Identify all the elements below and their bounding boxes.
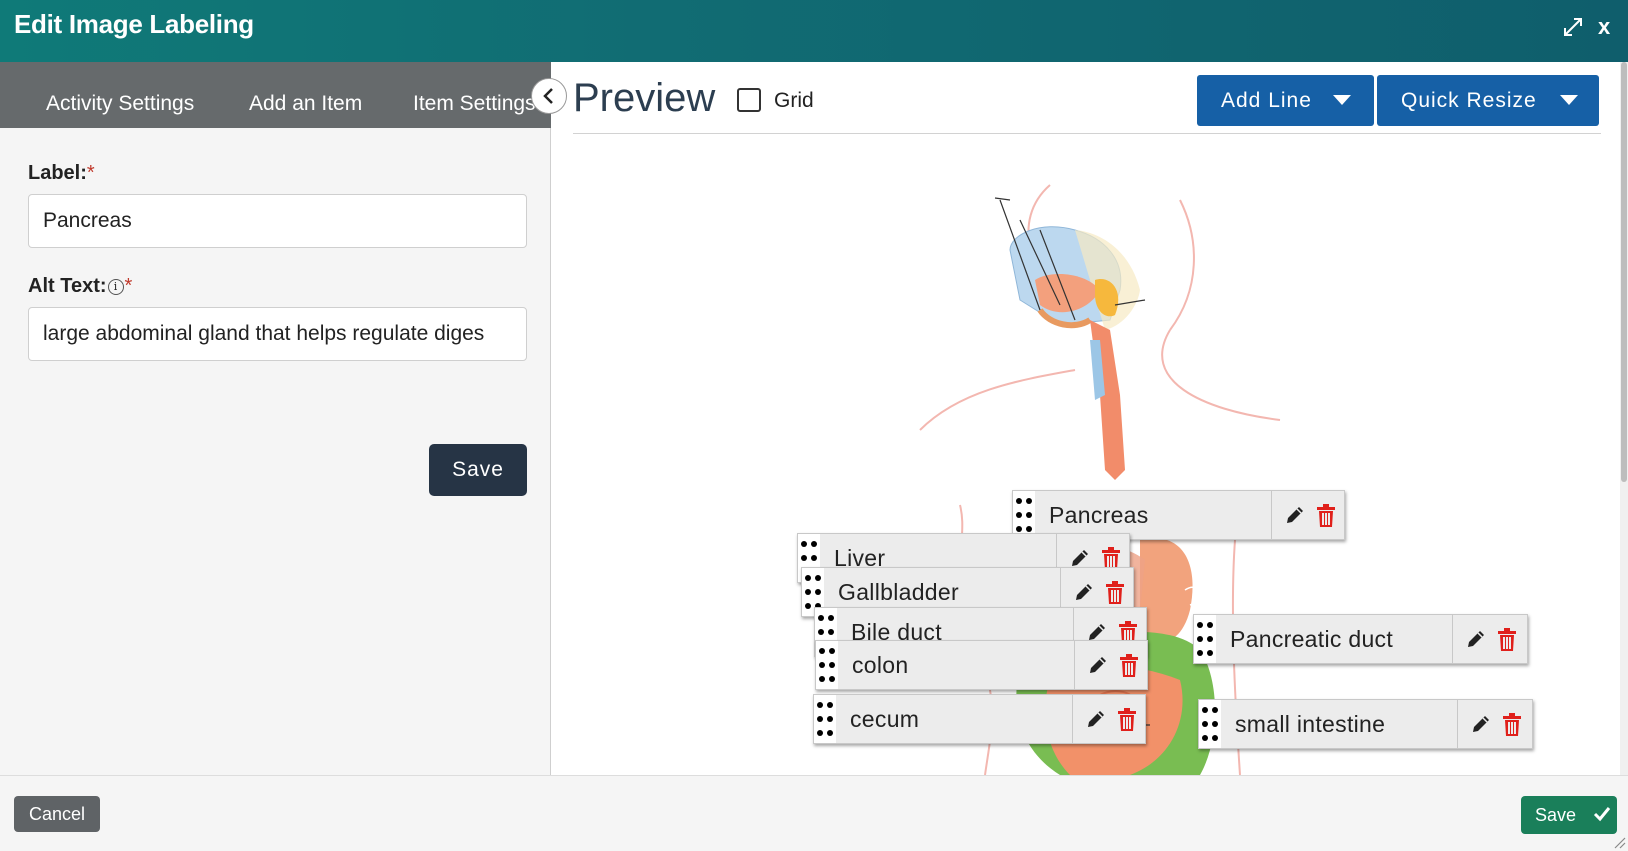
cancel-button[interactable]: Cancel <box>14 796 100 832</box>
alt-text-field-label: Alt Text: i * <box>28 275 133 297</box>
tab-item-settings[interactable]: Item Settings <box>413 92 536 116</box>
settings-panel: Activity Settings Add an Item Item Setti… <box>0 62 551 775</box>
pencil-icon[interactable] <box>1073 581 1095 603</box>
pencil-icon[interactable] <box>1284 504 1306 526</box>
trash-icon[interactable] <box>1497 628 1517 652</box>
label-separator <box>1452 615 1453 663</box>
collapse-panel-button[interactable] <box>531 78 567 114</box>
dialog-header: Edit Image Labeling x <box>0 0 1628 62</box>
quick-resize-button[interactable]: Quick Resize <box>1377 75 1599 126</box>
close-icon[interactable]: x <box>1598 14 1610 40</box>
label-separator <box>1271 491 1272 539</box>
quick-resize-label: Quick Resize <box>1401 88 1537 112</box>
add-line-button[interactable]: Add Line <box>1197 75 1374 126</box>
pencil-icon[interactable] <box>1465 628 1487 650</box>
pencil-icon[interactable] <box>1069 547 1091 569</box>
image-label-text: colon <box>852 652 909 678</box>
drag-handle-icon[interactable] <box>1199 700 1221 748</box>
grid-label: Grid <box>774 89 814 112</box>
required-mark: * <box>86 162 95 184</box>
save-button[interactable]: Save <box>1521 796 1617 834</box>
alt-text-input[interactable]: large abdominal gland that helps regulat… <box>28 307 527 361</box>
save-item-button[interactable]: Save <box>429 444 527 496</box>
image-label-text: Gallbladder <box>838 579 959 605</box>
image-label-text: Pancreas <box>1049 502 1149 528</box>
resize-grip-icon[interactable] <box>1612 835 1626 849</box>
preview-title: Preview <box>573 76 716 120</box>
trash-icon[interactable] <box>1117 708 1137 732</box>
image-label-colon[interactable]: colon <box>815 640 1148 690</box>
label-field-label: Label:* <box>28 162 95 184</box>
drag-handle-icon[interactable] <box>814 695 836 743</box>
image-label-text: small intestine <box>1235 711 1386 737</box>
dialog-title: Edit Image Labeling <box>14 9 254 39</box>
pencil-icon[interactable] <box>1085 708 1107 730</box>
drag-handle-icon[interactable] <box>816 641 838 689</box>
image-label-text: cecum <box>850 706 920 732</box>
info-icon[interactable]: i <box>107 278 124 295</box>
trash-icon[interactable] <box>1316 504 1336 528</box>
caret-down-icon <box>1560 95 1578 105</box>
expand-icon[interactable] <box>1562 16 1584 38</box>
trash-icon[interactable] <box>1105 581 1125 605</box>
label-separator <box>1072 695 1073 743</box>
tab-add-an-item[interactable]: Add an Item <box>249 92 362 116</box>
pencil-icon[interactable] <box>1470 713 1492 735</box>
check-icon <box>1593 807 1611 822</box>
image-label-cecum[interactable]: cecum <box>813 694 1146 744</box>
save-button-label: Save <box>1535 804 1577 825</box>
chevron-left-icon <box>543 88 553 104</box>
tab-bar: Activity Settings Add an Item Item Setti… <box>0 62 551 128</box>
trash-icon[interactable] <box>1119 654 1139 678</box>
required-mark: * <box>124 275 133 297</box>
add-line-label: Add Line <box>1221 88 1312 112</box>
scrollbar-thumb[interactable] <box>1621 62 1627 482</box>
label-separator <box>1457 700 1458 748</box>
tab-activity-settings[interactable]: Activity Settings <box>46 92 194 116</box>
drag-handle-icon[interactable] <box>1194 615 1216 663</box>
drag-handle-icon[interactable] <box>1013 491 1035 539</box>
pencil-icon[interactable] <box>1087 654 1109 676</box>
image-label-pancreatic-duct[interactable]: Pancreatic duct <box>1193 614 1528 664</box>
label-input[interactable]: Pancreas <box>28 194 527 248</box>
image-label-small-intestine[interactable]: small intestine <box>1198 699 1533 749</box>
grid-checkbox[interactable] <box>737 88 761 112</box>
image-label-text: Pancreatic duct <box>1230 626 1394 652</box>
trash-icon[interactable] <box>1502 713 1522 737</box>
caret-down-icon <box>1333 95 1351 105</box>
label-separator <box>1074 641 1075 689</box>
dialog-footer: Cancel Save <box>0 775 1628 851</box>
preview-divider <box>573 133 1601 134</box>
